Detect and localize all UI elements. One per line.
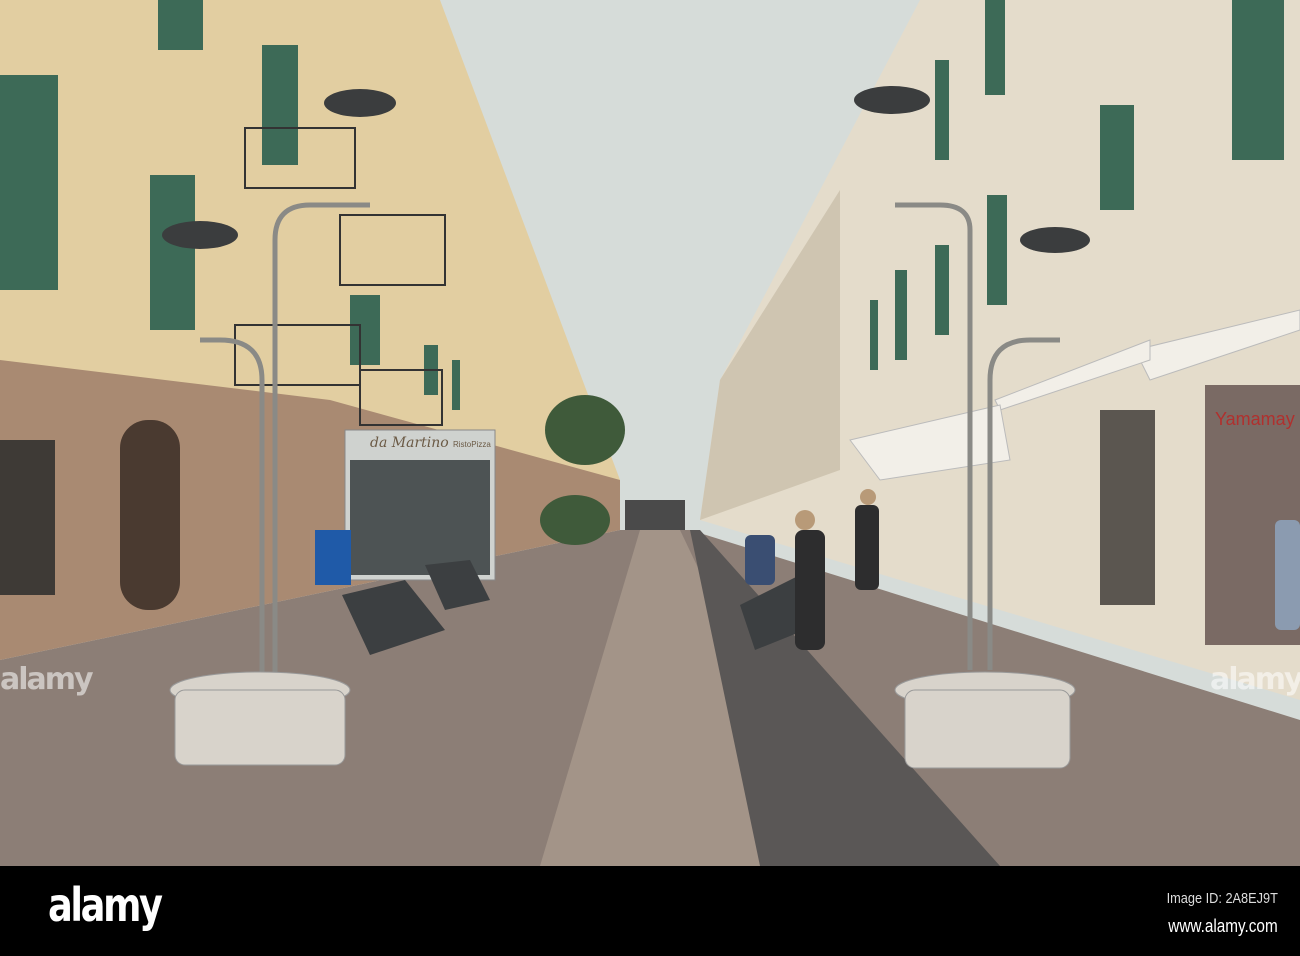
restaurant-glass — [350, 460, 490, 575]
shop-door — [1100, 410, 1155, 605]
watermark: alamy — [0, 662, 94, 697]
footer-bar: alamy Image ID: 2A8EJ9T www.alamy.com — [0, 866, 1300, 956]
left-arch — [120, 420, 180, 610]
restaurant-sign: da Martino — [370, 435, 449, 451]
watermark: alamy — [1210, 662, 1300, 697]
left-shop-window — [0, 440, 55, 595]
alamy-logo: alamy — [48, 878, 163, 932]
street-photo: da Martino RistoPizza Yamamay — [0, 0, 1300, 866]
stock-photo-frame: da Martino RistoPizza Yamamay alamy alam… — [0, 0, 1300, 956]
image-id: Image ID: 2A8EJ9T — [1166, 890, 1278, 907]
site-url: www.alamy.com — [1168, 916, 1278, 936]
restaurant-sign-sub: RistoPizza — [453, 440, 491, 449]
shop-sign: Yamamay — [1215, 409, 1295, 429]
trash-bin — [315, 530, 351, 585]
